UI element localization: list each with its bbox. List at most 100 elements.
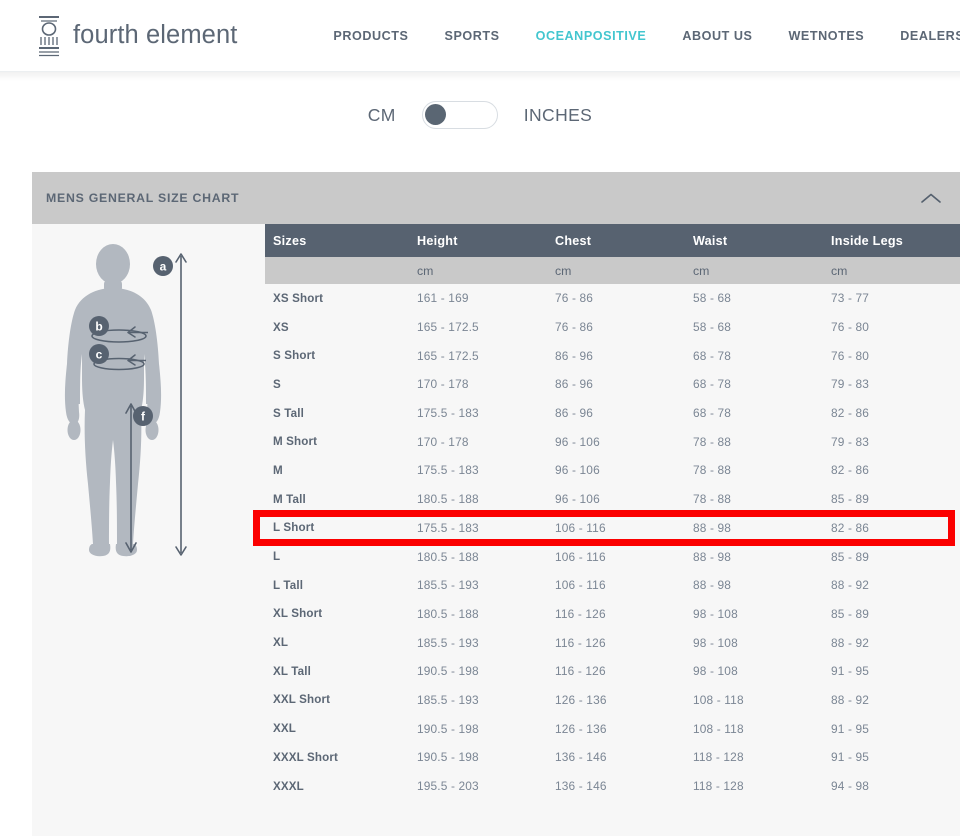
- cell-inside-legs: 88 - 92: [831, 692, 870, 707]
- column-header-sizes: Sizes: [265, 224, 409, 257]
- cell-height: 180.5 - 188: [417, 606, 479, 621]
- cell-height: 175.5 - 183: [417, 463, 479, 478]
- size-chart-panel: MENS GENERAL SIZE CHART a b c f Sizes He…: [32, 172, 960, 836]
- nav-item-oceanpositive[interactable]: OCEANPOSITIVE: [536, 29, 647, 43]
- table-units-row: cm cm cm cm: [265, 257, 960, 284]
- cell-height: 190.5 - 198: [417, 664, 479, 679]
- cell-inside-legs: 88 - 92: [831, 578, 870, 593]
- cell-chest: 96 - 106: [555, 463, 600, 478]
- cell-waist: 68 - 78: [693, 348, 732, 363]
- table-row-highlighted: L Short 175.5 - 183 106 - 116 88 - 98 82 - 8…: [265, 513, 960, 543]
- nav-item-about-us[interactable]: ABOUT US: [682, 29, 752, 43]
- cell-waist: 68 - 78: [693, 377, 732, 392]
- size-chart-panel-body: a b c f Sizes Height Chest Waist Inside …: [32, 224, 960, 836]
- cell-inside-legs: 79 - 83: [831, 377, 870, 392]
- cell-chest: 116 - 126: [555, 664, 606, 679]
- cell-waist: 108 - 118: [693, 721, 744, 736]
- cell-inside-legs: 91 - 95: [831, 721, 870, 736]
- cell-size: XS: [273, 320, 289, 334]
- cell-inside-legs: 76 - 80: [831, 348, 870, 363]
- table-row: XXXL Short 190.5 - 198 136 - 146 118 - 128 9…: [265, 743, 960, 772]
- cell-size: M Tall: [273, 492, 306, 506]
- cell-inside-legs: 82 - 86: [831, 520, 870, 535]
- unit-cell-sizes: [265, 257, 409, 284]
- table-row: XXL Short 185.5 - 193 126 - 136 108 - 118 88…: [265, 685, 960, 715]
- cell-chest: 96 - 106: [555, 434, 600, 449]
- table-row: XL Tall 190.5 - 198 116 - 126 98 - 108 91 - …: [265, 656, 960, 686]
- cell-size: M: [273, 463, 283, 477]
- unit-toggle-knob[interactable]: [424, 104, 446, 125]
- svg-text:a: a: [159, 260, 166, 274]
- cell-size: XL Short: [273, 607, 323, 621]
- brand-logo[interactable]: fourth element: [36, 13, 237, 59]
- column-header-height: Height: [409, 224, 547, 257]
- cell-inside-legs: 85 - 89: [831, 606, 870, 621]
- size-chart-table: Sizes Height Chest Waist Inside Legs cm …: [265, 224, 960, 801]
- table-row: S Short 165 - 172.5 86 - 96 68 - 78 76 - 80: [265, 341, 960, 371]
- cell-inside-legs: 85 - 89: [831, 492, 870, 507]
- cell-waist: 118 - 128: [693, 779, 744, 794]
- cell-chest: 116 - 126: [555, 635, 606, 650]
- nav-item-wetnotes[interactable]: WETNOTES: [788, 29, 864, 43]
- body-measurement-diagram: a b c f: [32, 224, 265, 836]
- size-chart-panel-header[interactable]: MENS GENERAL SIZE CHART: [32, 172, 960, 224]
- cell-size: L: [273, 550, 281, 564]
- cell-inside-legs: 85 - 89: [831, 549, 870, 564]
- cell-size: XL Tall: [273, 664, 311, 678]
- table-row: XS Short 161 - 169 76 - 86 58 - 68 73 - 77: [265, 284, 960, 313]
- cell-chest: 106 - 116: [555, 549, 606, 564]
- cell-size: XS Short: [273, 291, 324, 305]
- cell-inside-legs: 88 - 92: [831, 635, 870, 650]
- table-row: M Short 170 - 178 96 - 106 78 - 88 79 - 83: [265, 427, 960, 457]
- cell-chest: 86 - 96: [555, 377, 594, 392]
- unit-label-inches[interactable]: INCHES: [524, 105, 593, 126]
- cell-height: 185.5 - 193: [417, 578, 479, 593]
- cell-height: 180.5 - 188: [417, 549, 479, 564]
- cell-height: 180.5 - 188: [417, 492, 479, 507]
- cell-inside-legs: 73 - 77: [831, 291, 870, 306]
- cell-waist: 68 - 78: [693, 406, 732, 421]
- fourth-element-logo-icon: [36, 13, 62, 59]
- table-header-row: Sizes Height Chest Waist Inside Legs: [265, 224, 960, 257]
- table-row: M 175.5 - 183 96 - 106 78 - 88 82 - 86: [265, 456, 960, 485]
- unit-toggle-switch[interactable]: [421, 101, 498, 129]
- cell-chest: 106 - 116: [555, 520, 606, 535]
- cell-height: 185.5 - 193: [417, 692, 479, 707]
- unit-cell-chest: cm: [547, 257, 685, 284]
- cell-height: 170 - 178: [417, 377, 469, 392]
- chevron-up-icon[interactable]: [920, 192, 942, 205]
- cell-size: XXXL: [273, 779, 304, 793]
- cell-height: 185.5 - 193: [417, 635, 479, 650]
- cell-waist: 98 - 108: [693, 664, 738, 679]
- unit-cell-inside-legs: cm: [823, 257, 960, 284]
- cell-size: S Short: [273, 349, 316, 363]
- nav-item-products[interactable]: PRODUCTS: [333, 29, 408, 43]
- cell-inside-legs: 76 - 80: [831, 320, 870, 335]
- nav-item-dealers[interactable]: DEALERS: [900, 29, 960, 43]
- column-header-chest: Chest: [547, 224, 685, 257]
- cell-waist: 78 - 88: [693, 434, 732, 449]
- table-row: XS 165 - 172.5 76 - 86 58 - 68 76 - 80: [265, 312, 960, 342]
- unit-label-cm[interactable]: CM: [368, 105, 396, 126]
- cell-size: S Tall: [273, 406, 304, 420]
- main-navigation: PRODUCTS SPORTS OCEANPOSITIVE ABOUT US W…: [333, 29, 960, 43]
- cell-waist: 88 - 98: [693, 520, 732, 535]
- table-row: S 170 - 178 86 - 96 68 - 78 79 - 83: [265, 370, 960, 399]
- cell-chest: 116 - 126: [555, 606, 606, 621]
- cell-chest: 126 - 136: [555, 721, 607, 736]
- cell-size: XXL Short: [273, 693, 331, 707]
- unit-toggle-bar: CM INCHES: [0, 72, 960, 158]
- cell-chest: 76 - 86: [555, 320, 594, 335]
- cell-chest: 136 - 146: [555, 750, 607, 765]
- table-row: L Tall 185.5 - 193 106 - 116 88 - 98 88 - 92: [265, 570, 960, 600]
- table-header: Sizes Height Chest Waist Inside Legs cm …: [265, 224, 960, 284]
- cell-inside-legs: 82 - 86: [831, 463, 870, 478]
- nav-item-sports[interactable]: SPORTS: [445, 29, 500, 43]
- cell-height: 195.5 - 203: [417, 779, 479, 794]
- cell-waist: 108 - 118: [693, 692, 744, 707]
- size-chart-table-wrapper: Sizes Height Chest Waist Inside Legs cm …: [265, 224, 960, 836]
- svg-text:b: b: [95, 320, 102, 334]
- cell-size: S: [273, 377, 281, 391]
- cell-waist: 118 - 128: [693, 750, 744, 765]
- cell-height: 170 - 178: [417, 434, 469, 449]
